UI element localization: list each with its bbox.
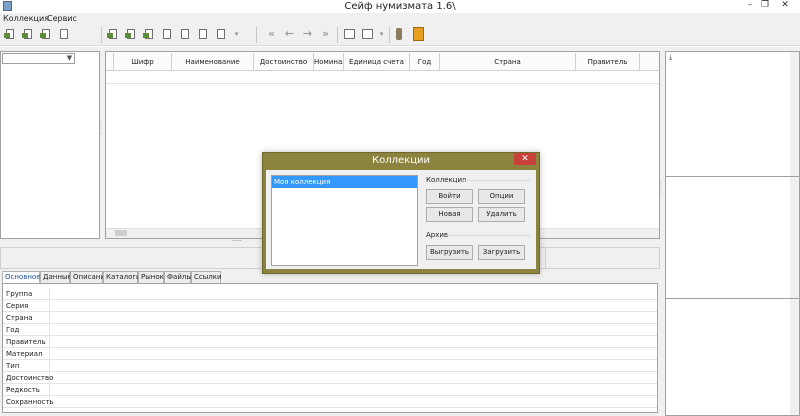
property-label: Год xyxy=(3,324,50,336)
property-label: Редкость xyxy=(3,384,50,396)
close-icon[interactable]: ✕ xyxy=(514,153,536,165)
dropdown-arrow-icon[interactable]: ▾ xyxy=(375,27,388,41)
table-view-icon[interactable] xyxy=(343,28,356,40)
print-icon[interactable] xyxy=(58,28,71,40)
tab-data[interactable]: Данные xyxy=(40,271,72,283)
enter-button[interactable]: Войти xyxy=(426,189,473,204)
copy-item-icon[interactable] xyxy=(125,28,138,40)
minimize-button[interactable]: – xyxy=(743,0,757,11)
table-row[interactable] xyxy=(3,384,657,396)
scrollbar-thumb[interactable] xyxy=(115,230,127,236)
menu-collection[interactable]: Коллекция xyxy=(3,13,49,24)
add-item-icon[interactable] xyxy=(107,28,120,40)
list-item[interactable]: Моя коллекция xyxy=(272,176,417,188)
grid-header-corner xyxy=(106,53,114,71)
collections-list[interactable] xyxy=(271,175,418,266)
first-icon[interactable]: « xyxy=(265,27,278,41)
column-header[interactable]: Страна xyxy=(440,53,576,71)
property-label: Сохранность xyxy=(3,396,54,408)
column-header[interactable]: Наименование xyxy=(172,53,254,71)
download-icon[interactable]: ⤓ xyxy=(669,53,677,61)
panel-divider xyxy=(666,298,800,299)
group-divider xyxy=(462,180,530,181)
dialog-title: Коллекции xyxy=(372,155,430,166)
table-row[interactable] xyxy=(3,324,657,336)
export-button[interactable]: Выгрузить xyxy=(426,245,473,260)
print-item-icon[interactable] xyxy=(215,28,228,40)
vertical-splitter[interactable]: ::: xyxy=(100,120,104,140)
list-view-icon[interactable] xyxy=(361,28,374,40)
column-header[interactable]: Шифр xyxy=(114,53,172,71)
table-row[interactable] xyxy=(3,288,657,300)
chevron-down-icon[interactable]: ▼ xyxy=(64,53,75,64)
last-icon[interactable]: » xyxy=(319,27,332,41)
table-row[interactable] xyxy=(3,372,657,384)
status-field xyxy=(545,247,660,269)
restore-button[interactable]: ❐ xyxy=(758,0,772,11)
import-button[interactable]: Загрузить xyxy=(478,245,525,260)
window-title: Сейф нумизмата 1.6\ xyxy=(344,1,456,12)
new-collection-button[interactable]: Новая xyxy=(426,207,473,222)
edit-item-icon[interactable] xyxy=(143,28,156,40)
table-row[interactable] xyxy=(3,396,657,408)
table-row[interactable] xyxy=(106,72,659,84)
close-window-button[interactable]: ✕ xyxy=(773,0,797,11)
delete-collection-button[interactable]: Удалить xyxy=(478,207,525,222)
toolbar-separator xyxy=(389,27,390,43)
property-label: Серия xyxy=(3,300,50,312)
move-item-icon[interactable] xyxy=(179,28,192,40)
column-header[interactable]: Номинал xyxy=(314,53,344,71)
collection-tree-panel[interactable] xyxy=(0,51,100,239)
group-label-archive: Архив xyxy=(426,231,449,239)
options-button[interactable]: Опции xyxy=(478,189,525,204)
tab-market[interactable]: Рынок xyxy=(138,271,164,283)
column-header[interactable]: Достоинство xyxy=(254,53,314,71)
toolbar-separator xyxy=(101,27,102,43)
export-item-icon[interactable] xyxy=(197,28,210,40)
vertical-scrollbar[interactable] xyxy=(790,52,799,415)
tab-catalogs[interactable]: Каталоги xyxy=(103,271,141,283)
toolbar-separator xyxy=(337,27,338,43)
table-row[interactable] xyxy=(3,300,657,312)
group-label-collection: Коллекция xyxy=(426,176,467,184)
column-header[interactable]: Единица счета xyxy=(344,53,410,71)
property-label: Достоинство xyxy=(3,372,53,384)
panel-divider xyxy=(666,176,800,177)
toolbar-separator xyxy=(256,27,257,43)
table-row[interactable] xyxy=(3,360,657,372)
tab-files[interactable]: Файлы xyxy=(164,271,192,283)
column-header[interactable]: Год xyxy=(410,53,440,71)
dropdown-arrow-icon[interactable]: ▾ xyxy=(230,27,243,41)
edit-icon[interactable] xyxy=(40,28,53,40)
delete-item-icon[interactable] xyxy=(161,28,174,40)
grid-header-filler xyxy=(640,53,659,71)
property-label: Материал xyxy=(3,348,50,360)
table-row[interactable] xyxy=(3,348,657,360)
prev-icon[interactable]: ← xyxy=(283,27,296,41)
property-label: Тип xyxy=(3,360,50,372)
filter-icon[interactable] xyxy=(396,28,402,40)
open-icon[interactable] xyxy=(22,28,35,40)
property-label: Группа xyxy=(3,288,50,300)
new-collection-icon[interactable] xyxy=(4,28,17,40)
column-header[interactable]: Правитель xyxy=(576,53,640,71)
group-divider xyxy=(446,235,530,236)
menu-bar xyxy=(0,13,800,24)
tab-description[interactable]: Описание xyxy=(70,271,109,283)
tab-links[interactable]: Ссылки xyxy=(191,271,222,283)
menu-service[interactable]: Сервис xyxy=(47,13,77,24)
table-row[interactable] xyxy=(3,312,657,324)
property-label: Правитель xyxy=(3,336,50,348)
table-row[interactable] xyxy=(3,336,657,348)
property-label: Страна xyxy=(3,312,50,324)
book-icon[interactable] xyxy=(413,27,424,41)
image-panel[interactable] xyxy=(665,51,800,416)
vertical-splitter[interactable]: ::: xyxy=(660,180,664,210)
next-icon[interactable]: → xyxy=(301,27,314,41)
